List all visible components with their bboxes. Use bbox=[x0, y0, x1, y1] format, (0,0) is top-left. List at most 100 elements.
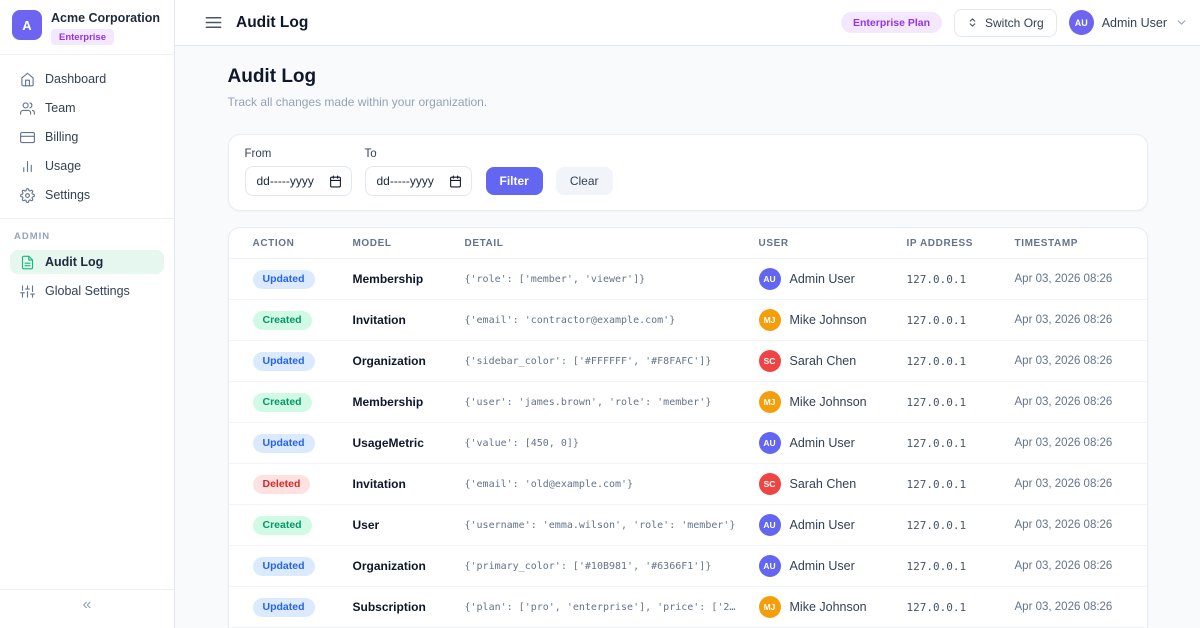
billing-icon bbox=[20, 130, 35, 145]
sidebar-item-team[interactable]: Team bbox=[10, 96, 164, 120]
audit-log-table: ACTIONMODELDETAILUSERIP ADDRESSTIMESTAMP… bbox=[228, 227, 1148, 628]
filter-card: From dd-----yyyy To dd-----yyyy bbox=[228, 134, 1148, 211]
user-menu[interactable]: AU Admin User bbox=[1069, 10, 1188, 35]
user-avatar: MJ bbox=[759, 596, 781, 618]
calendar-icon[interactable] bbox=[329, 175, 342, 188]
user-name: Mike Johnson bbox=[790, 313, 867, 327]
switch-org-label: Switch Org bbox=[985, 16, 1044, 30]
filter-button[interactable]: Filter bbox=[486, 167, 543, 195]
action-badge: Updated bbox=[253, 598, 315, 618]
table-row: Created User {'username': 'emma.wilson',… bbox=[229, 505, 1147, 546]
user-name: Admin User bbox=[790, 436, 855, 450]
table-row: Updated UsageMetric {'value': [450, 0]} … bbox=[229, 423, 1147, 464]
user-avatar: AU bbox=[759, 268, 781, 290]
model-cell: Organization bbox=[353, 559, 465, 573]
detail-cell: {'sidebar_color': ['#FFFFFF', '#F8FAFC']… bbox=[465, 356, 759, 367]
user-cell: MJ Mike Johnson bbox=[759, 596, 907, 618]
timestamp-cell: Apr 03, 2026 08:26 bbox=[1015, 355, 1123, 367]
model-cell: UsageMetric bbox=[353, 436, 465, 450]
table-header: ACTIONMODELDETAILUSERIP ADDRESSTIMESTAMP bbox=[229, 228, 1147, 259]
sidebar-collapse-button[interactable]: « bbox=[0, 589, 174, 628]
action-badge: Updated bbox=[253, 270, 315, 290]
user-avatar: MJ bbox=[759, 309, 781, 331]
sidebar-item-label: Settings bbox=[45, 188, 90, 202]
table-row: Created Invitation {'email': 'contractor… bbox=[229, 300, 1147, 341]
hamburger-menu-button[interactable] bbox=[204, 13, 223, 32]
column-header: USER bbox=[759, 238, 907, 249]
sidebar-item-billing[interactable]: Billing bbox=[10, 125, 164, 149]
detail-cell: {'email': 'old@example.com'} bbox=[465, 479, 759, 490]
detail-cell: {'primary_color': ['#10B981', '#6366F1']… bbox=[465, 561, 759, 572]
page-subtitle: Track all changes made within your organ… bbox=[228, 95, 1148, 109]
user-cell: MJ Mike Johnson bbox=[759, 309, 907, 331]
user-avatar: SC bbox=[759, 473, 781, 495]
ip-address-cell: 127.0.0.1 bbox=[907, 396, 1015, 409]
audit-log-icon bbox=[20, 255, 35, 270]
sidebar-item-dashboard[interactable]: Dashboard bbox=[10, 67, 164, 91]
topbar: Audit Log Enterprise Plan Switch Org AU … bbox=[175, 0, 1200, 46]
timestamp-cell: Apr 03, 2026 08:26 bbox=[1015, 560, 1123, 572]
column-header: ACTION bbox=[253, 238, 353, 249]
switch-org-button[interactable]: Switch Org bbox=[954, 9, 1057, 37]
action-badge: Updated bbox=[253, 352, 315, 372]
sidebar-item-usage[interactable]: Usage bbox=[10, 154, 164, 178]
plan-badge: Enterprise Plan bbox=[841, 12, 942, 33]
table-row: Deleted Invitation {'email': 'old@exampl… bbox=[229, 464, 1147, 505]
column-header: IP ADDRESS bbox=[907, 238, 1015, 249]
user-name: Admin User bbox=[790, 272, 855, 286]
action-badge: Updated bbox=[253, 434, 315, 454]
detail-cell: {'role': ['member', 'viewer']} bbox=[465, 274, 759, 285]
from-date-input[interactable]: dd-----yyyy bbox=[245, 166, 352, 196]
table-body: Updated Membership {'role': ['member', '… bbox=[229, 259, 1147, 628]
user-name: Mike Johnson bbox=[790, 600, 867, 614]
content-area: Audit Log Track all changes made within … bbox=[175, 46, 1200, 628]
table-row: Updated Subscription {'plan': ['pro', 'e… bbox=[229, 587, 1147, 628]
sidebar-item-global-settings[interactable]: Global Settings bbox=[10, 279, 164, 303]
sidebar-item-label: Billing bbox=[45, 130, 78, 144]
user-cell: AU Admin User bbox=[759, 555, 907, 577]
clear-button[interactable]: Clear bbox=[556, 167, 613, 195]
column-header: DETAIL bbox=[465, 238, 759, 249]
model-cell: Invitation bbox=[353, 477, 465, 491]
user-cell: SC Sarah Chen bbox=[759, 473, 907, 495]
model-cell: Organization bbox=[353, 354, 465, 368]
user-avatar: AU bbox=[759, 555, 781, 577]
chevron-down-icon bbox=[1175, 16, 1188, 29]
user-cell: AU Admin User bbox=[759, 514, 907, 536]
user-avatar: AU bbox=[759, 514, 781, 536]
model-cell: Membership bbox=[353, 395, 465, 409]
sidebar-item-label: Audit Log bbox=[45, 255, 103, 269]
org-name: Acme Corporation bbox=[51, 10, 160, 26]
sidebar-item-settings[interactable]: Settings bbox=[10, 183, 164, 207]
from-label: From bbox=[245, 148, 352, 160]
action-badge: Created bbox=[253, 311, 312, 331]
model-cell: User bbox=[353, 518, 465, 532]
home-icon bbox=[20, 72, 35, 87]
admin-section-label: ADMIN bbox=[0, 219, 174, 250]
timestamp-cell: Apr 03, 2026 08:26 bbox=[1015, 478, 1123, 490]
calendar-icon[interactable] bbox=[449, 175, 462, 188]
user-avatar: AU bbox=[759, 432, 781, 454]
main-area: Audit Log Enterprise Plan Switch Org AU … bbox=[175, 0, 1200, 628]
user-cell: AU Admin User bbox=[759, 432, 907, 454]
detail-cell: {'username': 'emma.wilson', 'role': 'mem… bbox=[465, 520, 759, 531]
detail-cell: {'email': 'contractor@example.com'} bbox=[465, 315, 759, 326]
model-cell: Subscription bbox=[353, 600, 465, 614]
sidebar-item-label: Team bbox=[45, 101, 76, 115]
user-cell: SC Sarah Chen bbox=[759, 350, 907, 372]
ip-address-cell: 127.0.0.1 bbox=[907, 519, 1015, 532]
column-header: TIMESTAMP bbox=[1015, 238, 1123, 249]
from-date-placeholder: dd-----yyyy bbox=[257, 174, 314, 188]
table-row: Updated Organization {'sidebar_color': [… bbox=[229, 341, 1147, 382]
sidebar-item-audit-log[interactable]: Audit Log bbox=[10, 250, 164, 274]
table-row: Updated Organization {'primary_color': [… bbox=[229, 546, 1147, 587]
timestamp-cell: Apr 03, 2026 08:26 bbox=[1015, 519, 1123, 531]
timestamp-cell: Apr 03, 2026 08:26 bbox=[1015, 314, 1123, 326]
hamburger-icon bbox=[204, 13, 223, 32]
action-badge: Deleted bbox=[253, 475, 311, 495]
to-label: To bbox=[365, 148, 472, 160]
global-settings-icon bbox=[20, 284, 35, 299]
org-plan-badge: Enterprise bbox=[51, 29, 114, 45]
detail-cell: {'plan': ['pro', 'enterprise'], 'price':… bbox=[465, 602, 759, 613]
to-date-input[interactable]: dd-----yyyy bbox=[365, 166, 472, 196]
